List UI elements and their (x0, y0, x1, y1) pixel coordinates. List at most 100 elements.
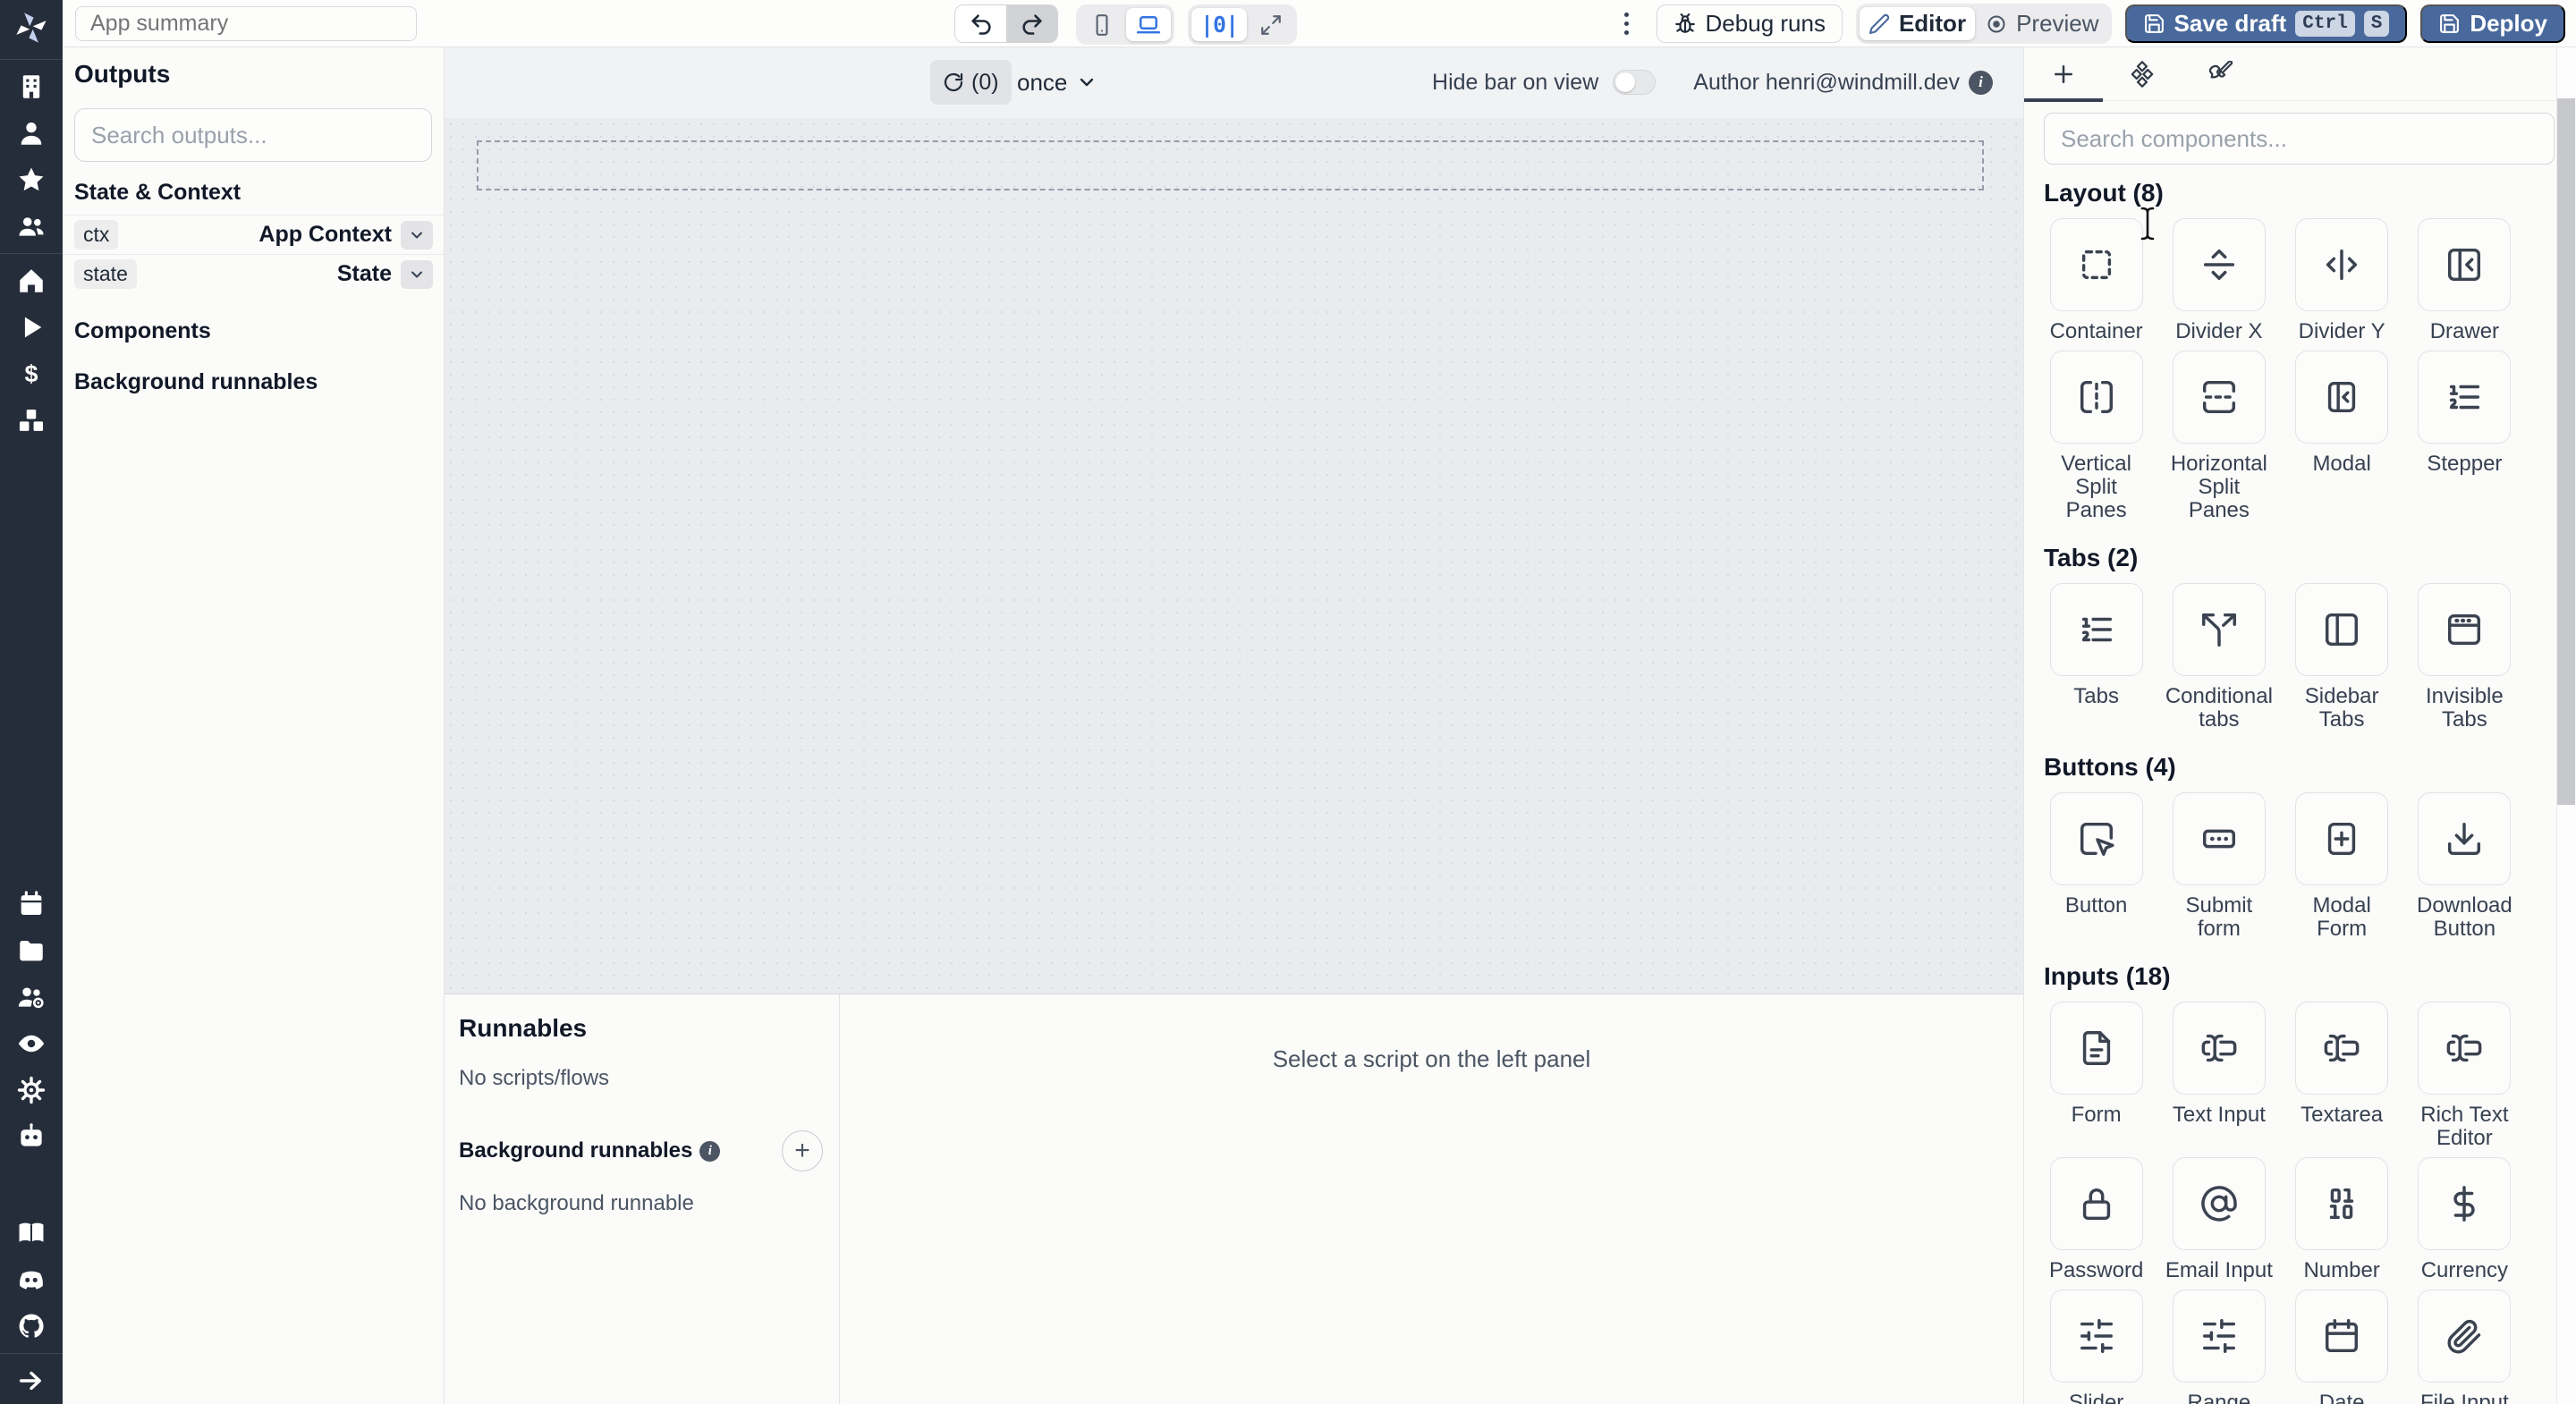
component-tile-modal[interactable]: Modal (2288, 351, 2396, 522)
component-tile-rich-text-editor[interactable]: Rich Text Editor (2411, 1002, 2519, 1150)
schedule-label: once (1017, 68, 1068, 96)
arrow-right-icon[interactable] (0, 1357, 63, 1404)
outputs-search (74, 108, 432, 162)
preview-tab[interactable]: Preview (1977, 7, 2107, 40)
component-tile-email-input[interactable]: Email Input (2165, 1157, 2273, 1282)
hide-bar-label: Hide bar on view (1432, 69, 1599, 95)
undo-redo-group (954, 4, 1058, 43)
discord-icon[interactable] (0, 1256, 63, 1303)
state-expand-button[interactable] (401, 259, 433, 289)
component-tile-submit-form[interactable]: Submit form (2165, 792, 2273, 941)
component-tile-conditional-tabs[interactable]: Conditional tabs (2165, 583, 2273, 732)
eye-icon[interactable] (0, 1020, 63, 1067)
book-icon[interactable] (0, 1210, 63, 1256)
preview-label: Preview (2016, 10, 2099, 37)
scrollbar-thumb[interactable] (2557, 98, 2575, 805)
preview-eye-icon (1987, 15, 2005, 32)
panel-left-icon (2295, 583, 2389, 676)
save-draft-button[interactable]: Save draft Ctrl S (2124, 4, 2408, 43)
horizontal-split-icon (2172, 351, 2266, 444)
component-tile-vertical-split-panes[interactable]: Vertical Split Panes (2042, 351, 2150, 522)
component-tile-number[interactable]: Number (2288, 1157, 2396, 1282)
vertical-split-icon (2049, 351, 2143, 444)
component-tile-container[interactable]: Container (2042, 218, 2150, 343)
component-tile-stepper[interactable]: Stepper (2411, 351, 2519, 522)
component-tile-slider[interactable]: Slider (2042, 1290, 2150, 1404)
refresh-count: (0) (971, 69, 999, 95)
users-icon[interactable] (0, 203, 63, 250)
ctx-expand-button[interactable] (401, 220, 433, 250)
editor-tab[interactable]: Editor (1859, 7, 1976, 40)
home-icon[interactable] (0, 258, 63, 304)
component-tile-modal-form[interactable]: Modal Form (2288, 792, 2396, 941)
component-tile-drawer[interactable]: Drawer (2411, 218, 2519, 343)
star-icon[interactable] (0, 156, 63, 203)
component-label: Vertical Split Panes (2061, 452, 2131, 522)
boxes-icon[interactable] (0, 397, 63, 444)
building-icon[interactable] (0, 63, 63, 110)
add-background-runnable-button[interactable]: + (782, 1130, 823, 1171)
author-label: Author henri@windmill.dev (1693, 69, 1960, 95)
component-tile-tabs[interactable]: Tabs (2042, 583, 2150, 732)
component-tile-horizontal-split-panes[interactable]: Horizontal Split Panes (2165, 351, 2273, 522)
debug-runs-button[interactable]: Debug runs (1656, 4, 1843, 43)
tab-insert-component[interactable] (2024, 47, 2103, 102)
component-tile-range[interactable]: Range (2165, 1290, 2273, 1404)
deploy-button[interactable]: Deploy (2420, 4, 2565, 43)
schedule-dropdown[interactable]: once (1017, 60, 1097, 105)
outputs-panel: Outputs State & Context ctx App Context … (63, 47, 445, 1404)
rail-divider (0, 253, 63, 254)
square-pointer-icon (2049, 792, 2143, 885)
tab-styling[interactable] (2182, 47, 2260, 100)
desktop-view-button[interactable] (1126, 8, 1171, 41)
tab-component-library[interactable] (2103, 47, 2182, 100)
center-align-icon: |0| (1200, 12, 1239, 38)
component-tile-divider-x[interactable]: Divider X (2165, 218, 2273, 343)
dollar-icon[interactable]: $ (0, 351, 63, 397)
windmill-logo-icon (0, 0, 63, 55)
play-icon[interactable] (0, 304, 63, 351)
hide-bar-toggle[interactable] (1613, 70, 1657, 95)
paintbrush-icon (2208, 60, 2233, 79)
component-tile-date[interactable]: Date (2288, 1290, 2396, 1404)
users-cog-icon[interactable] (0, 974, 63, 1020)
redo-button[interactable] (1006, 5, 1057, 42)
component-tile-currency[interactable]: Currency (2411, 1157, 2519, 1282)
component-tile-invisible-tabs[interactable]: Invisible Tabs (2411, 583, 2519, 732)
save-draft-label: Save draft (2174, 10, 2287, 37)
fullwidth-button[interactable] (1249, 8, 1293, 41)
component-tile-text-input[interactable]: Text Input (2165, 1002, 2273, 1150)
component-tile-password[interactable]: Password (2042, 1157, 2150, 1282)
undo-button[interactable] (955, 5, 1006, 42)
component-tile-textarea[interactable]: Textarea (2288, 1002, 2396, 1150)
calendar-icon (2295, 1290, 2389, 1383)
component-tile-sidebar-tabs[interactable]: Sidebar Tabs (2288, 583, 2396, 732)
list-ordered-icon (2049, 583, 2143, 676)
more-menu-button[interactable] (1615, 13, 1638, 35)
component-label: Divider Y (2298, 319, 2385, 343)
components-search-input[interactable] (2061, 124, 2538, 153)
app-summary-input[interactable] (75, 6, 417, 41)
component-tile-download-button[interactable]: Download Button (2411, 792, 2519, 941)
app-canvas[interactable] (445, 118, 2023, 994)
expand-icon (1261, 14, 1281, 35)
robot-icon[interactable] (0, 1113, 63, 1160)
gear-icon[interactable] (0, 1067, 63, 1113)
github-icon[interactable] (0, 1303, 63, 1349)
component-tile-file-input[interactable]: File Input (2411, 1290, 2519, 1404)
calendar-icon[interactable] (0, 881, 63, 927)
top-header: |0| Debug runs Editor Preview Save draft… (63, 0, 2576, 47)
component-grid: Button Submit form Modal Form Download Butt… (2042, 792, 2519, 948)
component-tile-button[interactable]: Button (2042, 792, 2150, 941)
mobile-view-button[interactable] (1080, 8, 1124, 41)
outputs-search-input[interactable] (91, 121, 415, 149)
center-align-button[interactable]: |0| (1191, 8, 1248, 41)
background-info-icon: i (699, 1140, 721, 1162)
component-tile-form[interactable]: Form (2042, 1002, 2150, 1150)
user-icon[interactable] (0, 110, 63, 156)
component-tile-divider-y[interactable]: Divider Y (2288, 218, 2396, 343)
component-label: Sidebar Tabs (2304, 684, 2379, 732)
folder-icon[interactable] (0, 927, 63, 974)
refresh-button[interactable]: (0) (930, 60, 1012, 105)
list-ordered-icon (2418, 351, 2512, 444)
